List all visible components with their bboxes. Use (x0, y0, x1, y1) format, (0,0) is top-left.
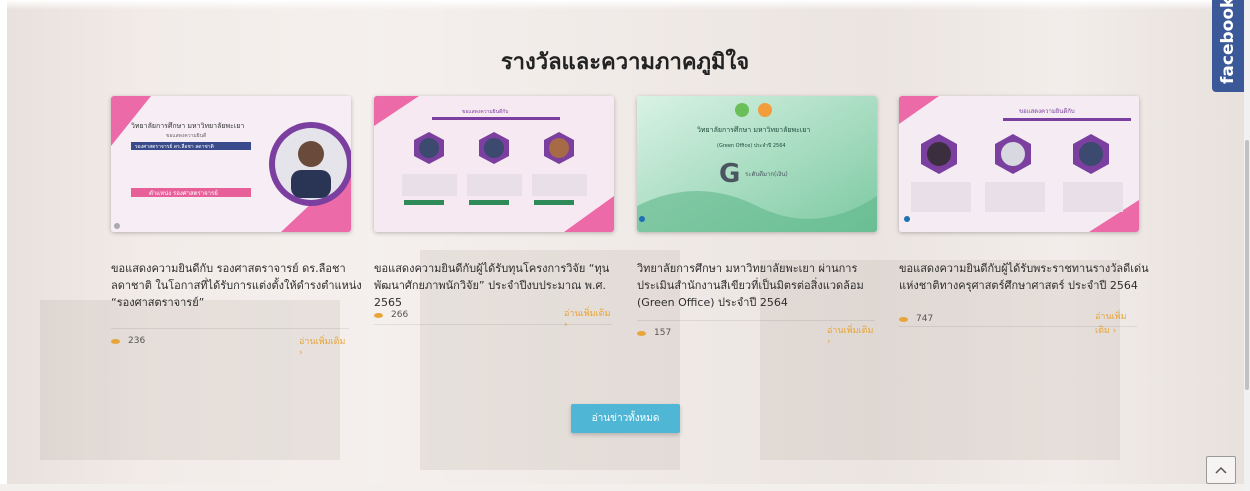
thumbnail-heading: ขอแสดงความยินดีกับ (462, 108, 508, 115)
eye-icon (111, 338, 120, 344)
view-count: 747 (899, 314, 933, 324)
chevron-right-icon: › (1112, 326, 1117, 336)
news-caption[interactable]: ขอแสดงความยินดีกับผู้ได้รับทุนโครงการวิจ… (374, 260, 626, 311)
read-more-link[interactable]: อ่านเพิ่มเติม › (564, 306, 614, 330)
thumbnail-position: ตำแหน่ง รองศาสตราจารย์ (149, 189, 218, 197)
scrollbar-thumb[interactable] (1245, 140, 1249, 390)
chevron-right-icon: › (827, 337, 831, 347)
view-count: 266 (374, 310, 408, 320)
eye-icon (374, 312, 383, 318)
view-count: 157 (637, 328, 671, 338)
news-caption[interactable]: ขอแสดงความยินดีกับผู้ได้รับพระราชทานรางว… (899, 260, 1151, 294)
news-thumbnail[interactable]: ขอแสดงความยินดีกับ (374, 96, 614, 232)
news-caption[interactable]: วิทยาลัยการศึกษา มหาวิทยาลัยพะเยา ผ่านกา… (637, 260, 889, 311)
read-more-link[interactable]: อ่านเพิ่มเติม › (299, 334, 351, 358)
read-all-news-button[interactable]: อ่านข่าวทั้งหมด (571, 404, 680, 433)
section-title: รางวัลและความภาคภูมิใจ (500, 50, 750, 75)
news-thumbnail[interactable]: วิทยาลัยการศึกษา มหาวิทยาลัยพะเยา (Green… (637, 96, 877, 232)
news-caption[interactable]: ขอแสดงความยินดีกับ รองศาสตราจารย์ ดร.ลือ… (111, 260, 363, 311)
back-to-top-button[interactable] (1206, 456, 1236, 484)
news-card[interactable]: ขอแสดงความยินดีกับ ขอแสดงความยินดีกับผู้… (899, 96, 1149, 336)
chevron-right-icon: › (299, 348, 303, 358)
read-more-link[interactable]: อ่านเพิ่มเติม › (827, 323, 877, 347)
thumbnail-logo-letter: G (719, 159, 740, 189)
facebook-tab[interactable]: facebook (1212, 0, 1244, 92)
news-thumbnail[interactable]: วิทยาลัยการศึกษา มหาวิทยาลัยพะเยา ขอแสดง… (111, 96, 351, 232)
news-card[interactable]: วิทยาลัยการศึกษา มหาวิทยาลัยพะเยา (Green… (637, 96, 877, 347)
thumbnail-subheading: (Green Office) ประจำปี 2564 (717, 142, 786, 149)
news-thumbnail[interactable]: ขอแสดงความยินดีกับ (899, 96, 1139, 232)
thumbnail-heading: วิทยาลัยการศึกษา มหาวิทยาลัยพะเยา (131, 121, 244, 130)
thumbnail-subheading: ขอแสดงความยินดี (166, 132, 206, 139)
eye-icon (637, 330, 646, 336)
thumbnail-name: รองศาสตราจารย์ ดร.ลือชา ลดาชาติ (135, 143, 214, 150)
read-more-link[interactable]: อ่านเพิ่มเติม › (1095, 309, 1139, 337)
thumbnail-heading: วิทยาลัยการศึกษา มหาวิทยาลัยพะเยา (697, 125, 810, 134)
chevron-up-icon (1215, 466, 1227, 474)
chevron-right-icon: › (564, 320, 568, 330)
facebook-label: facebook (1218, 0, 1238, 84)
view-count: 236 (111, 336, 145, 346)
eye-icon (899, 316, 908, 322)
news-card[interactable]: วิทยาลัยการศึกษา มหาวิทยาลัยพะเยา ขอแสดง… (111, 96, 362, 358)
thumbnail-heading: ขอแสดงความยินดีกับ (1019, 107, 1075, 115)
news-card[interactable]: ขอแสดงความยินดีกับ ขอแสดงความยินดีกับผู้… (374, 96, 614, 330)
thumbnail-level: ระดับดีมาก(เงิน) (745, 170, 788, 178)
